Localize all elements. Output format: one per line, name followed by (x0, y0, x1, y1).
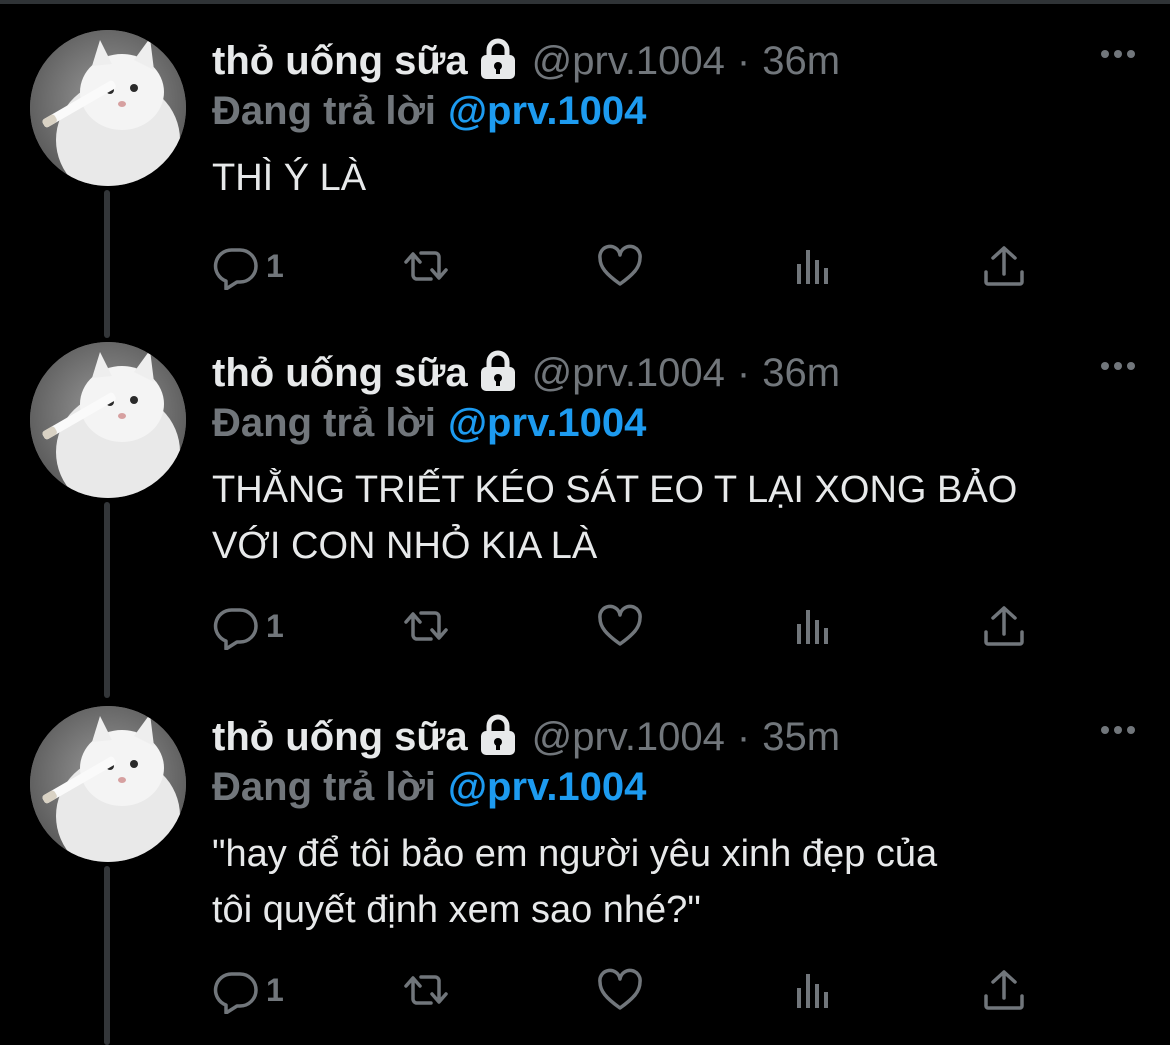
author-handle[interactable]: @prv.1004 (532, 351, 725, 396)
retweet-icon (404, 611, 448, 641)
reply-count: 1 (266, 607, 284, 644)
more-icon[interactable] (1098, 356, 1138, 376)
views-icon (797, 974, 828, 1008)
lock-icon (478, 714, 518, 756)
share-icon (984, 246, 1024, 286)
author-name[interactable]: thỏ uống sữa (212, 715, 468, 760)
retweet-icon (404, 975, 448, 1005)
tweet-text: THÌ Ý LÀ (212, 157, 367, 199)
cat-avatar-image (30, 706, 186, 862)
separator-dot: · (736, 350, 751, 395)
replying-to-handle[interactable]: @prv.1004 (448, 89, 646, 133)
author-handle[interactable]: @prv.1004 (532, 39, 725, 84)
reply-icon (213, 972, 258, 1014)
tweet-header: thỏ uống sữa @prv.1004 · 35m (212, 712, 840, 762)
timestamp[interactable]: 36m (762, 39, 840, 84)
like-button[interactable] (596, 960, 644, 1020)
like-button[interactable] (596, 236, 644, 296)
share-icon (984, 606, 1024, 646)
separator-dot: · (736, 714, 751, 759)
share-button[interactable] (980, 596, 1028, 656)
lock-icon (478, 350, 518, 392)
cat-avatar-image (30, 342, 186, 498)
tweet-text: "hay để tôi bảo em người yêu xinh đẹp củ… (212, 833, 938, 931)
avatar[interactable] (30, 706, 186, 862)
replying-to: Đang trả lời @prv.1004 (212, 398, 646, 448)
tweet-header: thỏ uống sữa @prv.1004 · 36m (212, 348, 840, 398)
share-icon (984, 970, 1024, 1010)
tweet-actions: 1 (212, 596, 1032, 656)
views-icon (797, 250, 828, 284)
replying-to-label: Đang trả lời (212, 89, 437, 133)
like-icon (598, 244, 642, 286)
share-button[interactable] (980, 960, 1028, 1020)
more-icon[interactable] (1098, 720, 1138, 740)
views-button[interactable] (788, 960, 836, 1020)
tweet-header: thỏ uống sữa @prv.1004 · 36m (212, 36, 840, 86)
reply-button[interactable]: 1 (212, 596, 284, 656)
replying-to: Đang trả lời @prv.1004 (212, 762, 646, 812)
reply-count: 1 (266, 971, 284, 1008)
thread-line (104, 866, 110, 1045)
replying-to-handle[interactable]: @prv.1004 (448, 401, 646, 445)
avatar[interactable] (30, 30, 186, 186)
reply-icon (213, 248, 258, 290)
like-icon (598, 604, 642, 646)
retweet-button[interactable] (398, 236, 454, 296)
tweet[interactable]: thỏ uống sữa @prv.1004 · 36m Đang trả lờ… (0, 0, 1170, 363)
retweet-button[interactable] (398, 596, 454, 656)
author-name[interactable]: thỏ uống sữa (212, 351, 468, 396)
author-name[interactable]: thỏ uống sữa (212, 39, 468, 84)
thread-line (104, 502, 110, 698)
views-button[interactable] (788, 236, 836, 296)
lock-icon (478, 38, 518, 80)
replying-to-handle[interactable]: @prv.1004 (448, 765, 646, 809)
retweet-button[interactable] (398, 960, 454, 1020)
reply-icon (213, 608, 258, 650)
views-icon (797, 610, 828, 644)
timestamp[interactable]: 35m (762, 715, 840, 760)
tweet-text: THẰNG TRIẾT KÉO SÁT EO T LẠI XONG BẢO VỚ… (212, 469, 1018, 567)
tweet-actions: 1 (212, 236, 1032, 296)
separator-dot: · (736, 38, 751, 83)
reply-button[interactable]: 1 (212, 960, 284, 1020)
like-icon (598, 968, 642, 1010)
tweet[interactable]: thỏ uống sữa @prv.1004 · 35m Đang trả lờ… (0, 676, 1170, 1045)
author-handle[interactable]: @prv.1004 (532, 715, 725, 760)
share-button[interactable] (980, 236, 1028, 296)
views-button[interactable] (788, 596, 836, 656)
like-button[interactable] (596, 596, 644, 656)
reply-button[interactable]: 1 (212, 236, 284, 296)
replying-to: Đang trả lời @prv.1004 (212, 86, 646, 136)
replying-to-label: Đang trả lời (212, 401, 437, 445)
cat-avatar-image (30, 30, 186, 186)
tweet-actions: 1 (212, 960, 1032, 1020)
timestamp[interactable]: 36m (762, 351, 840, 396)
more-icon[interactable] (1098, 44, 1138, 64)
retweet-icon (404, 251, 448, 281)
replying-to-label: Đang trả lời (212, 765, 437, 809)
reply-count: 1 (266, 247, 284, 284)
tweet[interactable]: thỏ uống sữa @prv.1004 · 36m Đang trả lờ… (0, 312, 1170, 698)
avatar[interactable] (30, 342, 186, 498)
